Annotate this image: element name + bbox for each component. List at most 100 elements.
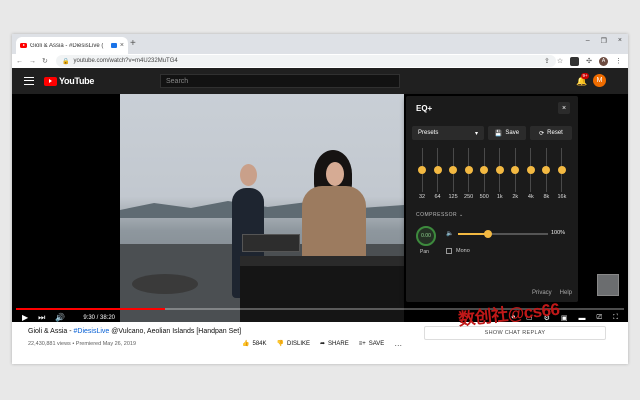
video-meta: 22,430,881 views • Premiered May 26, 201… <box>28 341 137 347</box>
eq-reset-label: Reset <box>547 130 563 136</box>
youtube-logo-text: YouTube <box>59 76 95 86</box>
tab-close-button[interactable]: × <box>120 42 124 49</box>
eq-band-handle[interactable] <box>480 166 489 174</box>
new-tab-button[interactable]: + <box>130 38 136 50</box>
eq-extension-icon[interactable] <box>570 56 580 66</box>
eq-band-handle[interactable] <box>433 166 442 174</box>
eq-band-4k[interactable]: 4k <box>525 146 537 204</box>
eq-band-8k[interactable]: 8k <box>540 146 552 204</box>
eq-band-1k[interactable]: 1k <box>494 146 506 204</box>
eq-band-handle[interactable] <box>418 166 426 174</box>
eq-band-handle[interactable] <box>495 166 504 174</box>
thumbs-down-icon: 👎 <box>276 341 284 347</box>
puzzle-extensions-icon[interactable]: ✣ <box>586 57 592 65</box>
tab-title: Gioli & Assia - #DiesisLive ( <box>30 42 104 49</box>
dislike-label: DISLIKE <box>286 340 310 347</box>
hamburger-menu-icon[interactable] <box>24 77 34 85</box>
eq-band-250[interactable]: 250 <box>463 146 475 204</box>
pan-label: Pan <box>420 249 429 255</box>
youtube-play-logo-icon <box>44 76 57 86</box>
dislike-button[interactable]: 👎 DISLIKE <box>276 340 311 348</box>
cast-icon[interactable]: ⎚ <box>596 314 602 322</box>
eq-band-64[interactable]: 64 <box>432 146 444 204</box>
eq-band-125[interactable]: 125 <box>447 146 459 204</box>
theater-mode-icon[interactable]: ▬ <box>578 315 585 322</box>
lock-icon: 🔒 <box>62 58 70 65</box>
more-actions-button[interactable]: … <box>394 339 402 348</box>
fullscreen-icon[interactable]: ⛶ <box>613 314 618 322</box>
video-actions: 👍 584K 👎 DISLIKE ➦ SHARE ≡+ SAVE … <box>242 339 402 348</box>
miniplayer-icon[interactable]: ▣ <box>561 314 568 322</box>
cast-indicator-icon <box>110 43 117 48</box>
compressor-text: COMPRESSOR <box>416 212 458 218</box>
eq-close-button[interactable]: × <box>558 102 570 114</box>
eq-band-32[interactable]: 32 <box>416 146 428 204</box>
eq-plus-panel: EQ+ × Presets ▾ 💾 Save ⟳ Reset 32 64 125 250 5… <box>406 96 578 302</box>
next-icon[interactable]: ⏭ <box>38 313 45 322</box>
search-input[interactable]: Search <box>160 74 400 88</box>
maximize-button[interactable]: ❐ <box>601 37 607 45</box>
tab-strip: Gioli & Assia - #DiesisLive ( × + – ❐ × <box>12 34 628 54</box>
save-label: SAVE <box>368 340 385 347</box>
search-placeholder: Search <box>166 77 189 85</box>
eq-band-16k[interactable]: 16k <box>556 146 568 204</box>
mono-label: Mono <box>456 248 470 254</box>
play-icon[interactable]: ▶ <box>22 313 28 322</box>
bookmark-star-icon[interactable]: ☆ <box>557 57 563 65</box>
scene-synth <box>242 234 300 252</box>
video-frame <box>120 94 404 322</box>
tab-youtube[interactable]: Gioli & Assia - #DiesisLive ( × <box>16 37 128 54</box>
save-button[interactable]: ≡+ SAVE <box>359 341 385 347</box>
youtube-favicon-icon <box>20 43 27 48</box>
eq-save-label: Save <box>505 130 520 136</box>
reload-icon[interactable]: ↻ <box>42 57 48 65</box>
eq-save-button[interactable]: 💾 Save <box>488 126 526 140</box>
youtube-header: YouTube Search 🔔 9+ M <box>12 68 628 94</box>
volume-speaker-icon: 🔈 <box>446 231 454 237</box>
mono-checkbox[interactable] <box>446 248 452 254</box>
progress-played <box>16 308 165 310</box>
eq-reset-button[interactable]: ⟳ Reset <box>530 126 572 140</box>
volume-slider-handle[interactable] <box>483 230 492 238</box>
video-title-prefix: Gioli & Assia - <box>28 328 74 335</box>
share-button[interactable]: ➦ SHARE <box>320 340 349 348</box>
pan-knob[interactable]: 0.00 <box>416 226 436 246</box>
eq-band-2k[interactable]: 2k <box>509 146 521 204</box>
forward-icon[interactable]: → <box>29 58 36 65</box>
like-button[interactable]: 👍 584K <box>242 340 267 348</box>
mini-thumbnail[interactable] <box>597 274 619 296</box>
youtube-logo[interactable]: YouTube <box>44 76 94 86</box>
share-arrow-icon: ➦ <box>320 341 326 347</box>
show-chat-replay-button[interactable]: SHOW CHAT REPLAY <box>424 326 606 340</box>
video-title-hashtag[interactable]: #DiesisLive <box>74 328 110 335</box>
back-icon[interactable]: ← <box>16 58 23 65</box>
notifications-bell-icon[interactable]: 🔔 9+ <box>576 72 590 86</box>
eq-band-500[interactable]: 500 <box>478 146 490 204</box>
url-text: youtube.com/watch?v=m4U232MuTG4 <box>73 58 178 64</box>
compressor-label[interactable]: COMPRESSOR ⌄ <box>416 212 464 218</box>
header-icons: 🔔 9+ M <box>576 72 606 87</box>
eq-band-handle[interactable] <box>526 166 535 174</box>
scene-man-head <box>240 164 257 186</box>
help-link[interactable]: Help <box>560 290 572 296</box>
menu-kebab-icon[interactable]: ⋮ <box>615 57 622 65</box>
close-window-button[interactable]: × <box>618 37 622 45</box>
address-bar[interactable]: 🔒 youtube.com/watch?v=m4U232MuTG4 <box>56 55 556 67</box>
volume-value: 100% <box>551 230 566 236</box>
profile-avatar[interactable]: A <box>599 56 608 66</box>
chevron-down-icon: ⌄ <box>459 212 464 218</box>
eq-band-handle[interactable] <box>542 166 551 174</box>
notification-badge: 9+ <box>581 72 590 79</box>
scene-woman-face <box>326 162 344 186</box>
eq-band-handle[interactable] <box>464 166 473 174</box>
minimize-button[interactable]: – <box>586 37 590 45</box>
eq-band-sliders: 32 64 125 250 500 1k 2k 4k 8k 16k <box>416 146 568 204</box>
eq-band-handle[interactable] <box>557 166 566 174</box>
share-icon[interactable]: ⇪ <box>544 57 550 65</box>
video-title-suffix: @Vulcano, Aeolian Islands [Handpan Set] <box>109 328 242 335</box>
user-avatar[interactable]: M <box>593 74 606 87</box>
eq-band-handle[interactable] <box>449 166 458 174</box>
eq-band-handle[interactable] <box>511 166 520 174</box>
presets-dropdown[interactable]: Presets ▾ <box>412 126 484 140</box>
volume-icon[interactable]: 🔊 <box>55 313 65 322</box>
